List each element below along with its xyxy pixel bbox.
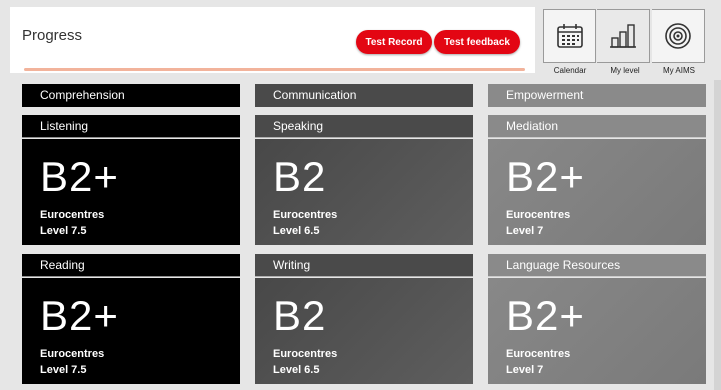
my-level-label: My level bbox=[610, 66, 640, 75]
category-communication: Communication bbox=[255, 84, 473, 107]
level-detail: Level 6.5 bbox=[273, 225, 320, 237]
my-aims-button[interactable] bbox=[652, 9, 705, 63]
level-value: B2+ bbox=[40, 153, 119, 200]
level-value: B2+ bbox=[506, 292, 585, 339]
institution-label: Eurocentres bbox=[506, 209, 571, 221]
skill-card-language-resources[interactable]: B2+ Eurocentres Level 7 bbox=[488, 278, 706, 384]
institution-label: Eurocentres bbox=[40, 348, 105, 360]
category-empowerment: Empowerment bbox=[488, 84, 706, 107]
level-value: B2 bbox=[273, 292, 327, 339]
communication-column: Communication Speaking B2 Eurocentres Le… bbox=[255, 84, 473, 384]
bar-chart-icon bbox=[610, 24, 636, 48]
progress-header: Progress Test Record Test feedback bbox=[10, 7, 535, 73]
test-feedback-button[interactable]: Test feedback bbox=[434, 30, 520, 54]
skill-header-writing[interactable]: Writing bbox=[255, 254, 473, 277]
skill-header-listening[interactable]: Listening bbox=[22, 115, 240, 138]
page-title: Progress bbox=[22, 27, 83, 44]
level-value: B2 bbox=[273, 153, 327, 200]
institution-label: Eurocentres bbox=[506, 348, 571, 360]
scrollbar[interactable] bbox=[714, 80, 721, 390]
level-detail: Level 7.5 bbox=[40, 364, 87, 376]
my-level-button[interactable] bbox=[597, 9, 650, 63]
target-icon bbox=[665, 23, 691, 49]
calendar-button[interactable] bbox=[543, 9, 596, 63]
empowerment-column: Empowerment Mediation B2+ Eurocentres Le… bbox=[488, 84, 706, 384]
level-detail: Level 7.5 bbox=[40, 225, 87, 237]
calendar-icon bbox=[557, 24, 583, 48]
skill-card-listening[interactable]: B2+ Eurocentres Level 7.5 bbox=[22, 139, 240, 245]
test-record-button[interactable]: Test Record bbox=[356, 30, 432, 54]
level-value: B2+ bbox=[40, 292, 119, 339]
institution-label: Eurocentres bbox=[273, 209, 338, 221]
skill-header-mediation[interactable]: Mediation bbox=[488, 115, 706, 138]
level-detail: Level 6.5 bbox=[273, 364, 320, 376]
comprehension-column: Comprehension Listening B2+ Eurocentres … bbox=[22, 84, 240, 384]
institution-label: Eurocentres bbox=[273, 348, 338, 360]
level-detail: Level 7 bbox=[506, 225, 544, 237]
skill-header-speaking[interactable]: Speaking bbox=[255, 115, 473, 138]
skill-header-reading[interactable]: Reading bbox=[22, 254, 240, 277]
my-aims-label: My AIMS bbox=[662, 66, 695, 75]
skill-card-speaking[interactable]: B2 Eurocentres Level 6.5 bbox=[255, 139, 473, 245]
institution-label: Eurocentres bbox=[40, 209, 105, 221]
skill-header-language-resources[interactable]: Language Resources bbox=[488, 254, 706, 277]
calendar-label: Calendar bbox=[553, 66, 587, 75]
level-value: B2+ bbox=[506, 153, 585, 200]
skill-card-writing[interactable]: B2 Eurocentres Level 6.5 bbox=[255, 278, 473, 384]
level-detail: Level 7 bbox=[506, 364, 544, 376]
progress-bar bbox=[24, 68, 525, 71]
category-comprehension: Comprehension bbox=[22, 84, 240, 107]
skill-card-mediation[interactable]: B2+ Eurocentres Level 7 bbox=[488, 139, 706, 245]
skill-card-reading[interactable]: B2+ Eurocentres Level 7.5 bbox=[22, 278, 240, 384]
